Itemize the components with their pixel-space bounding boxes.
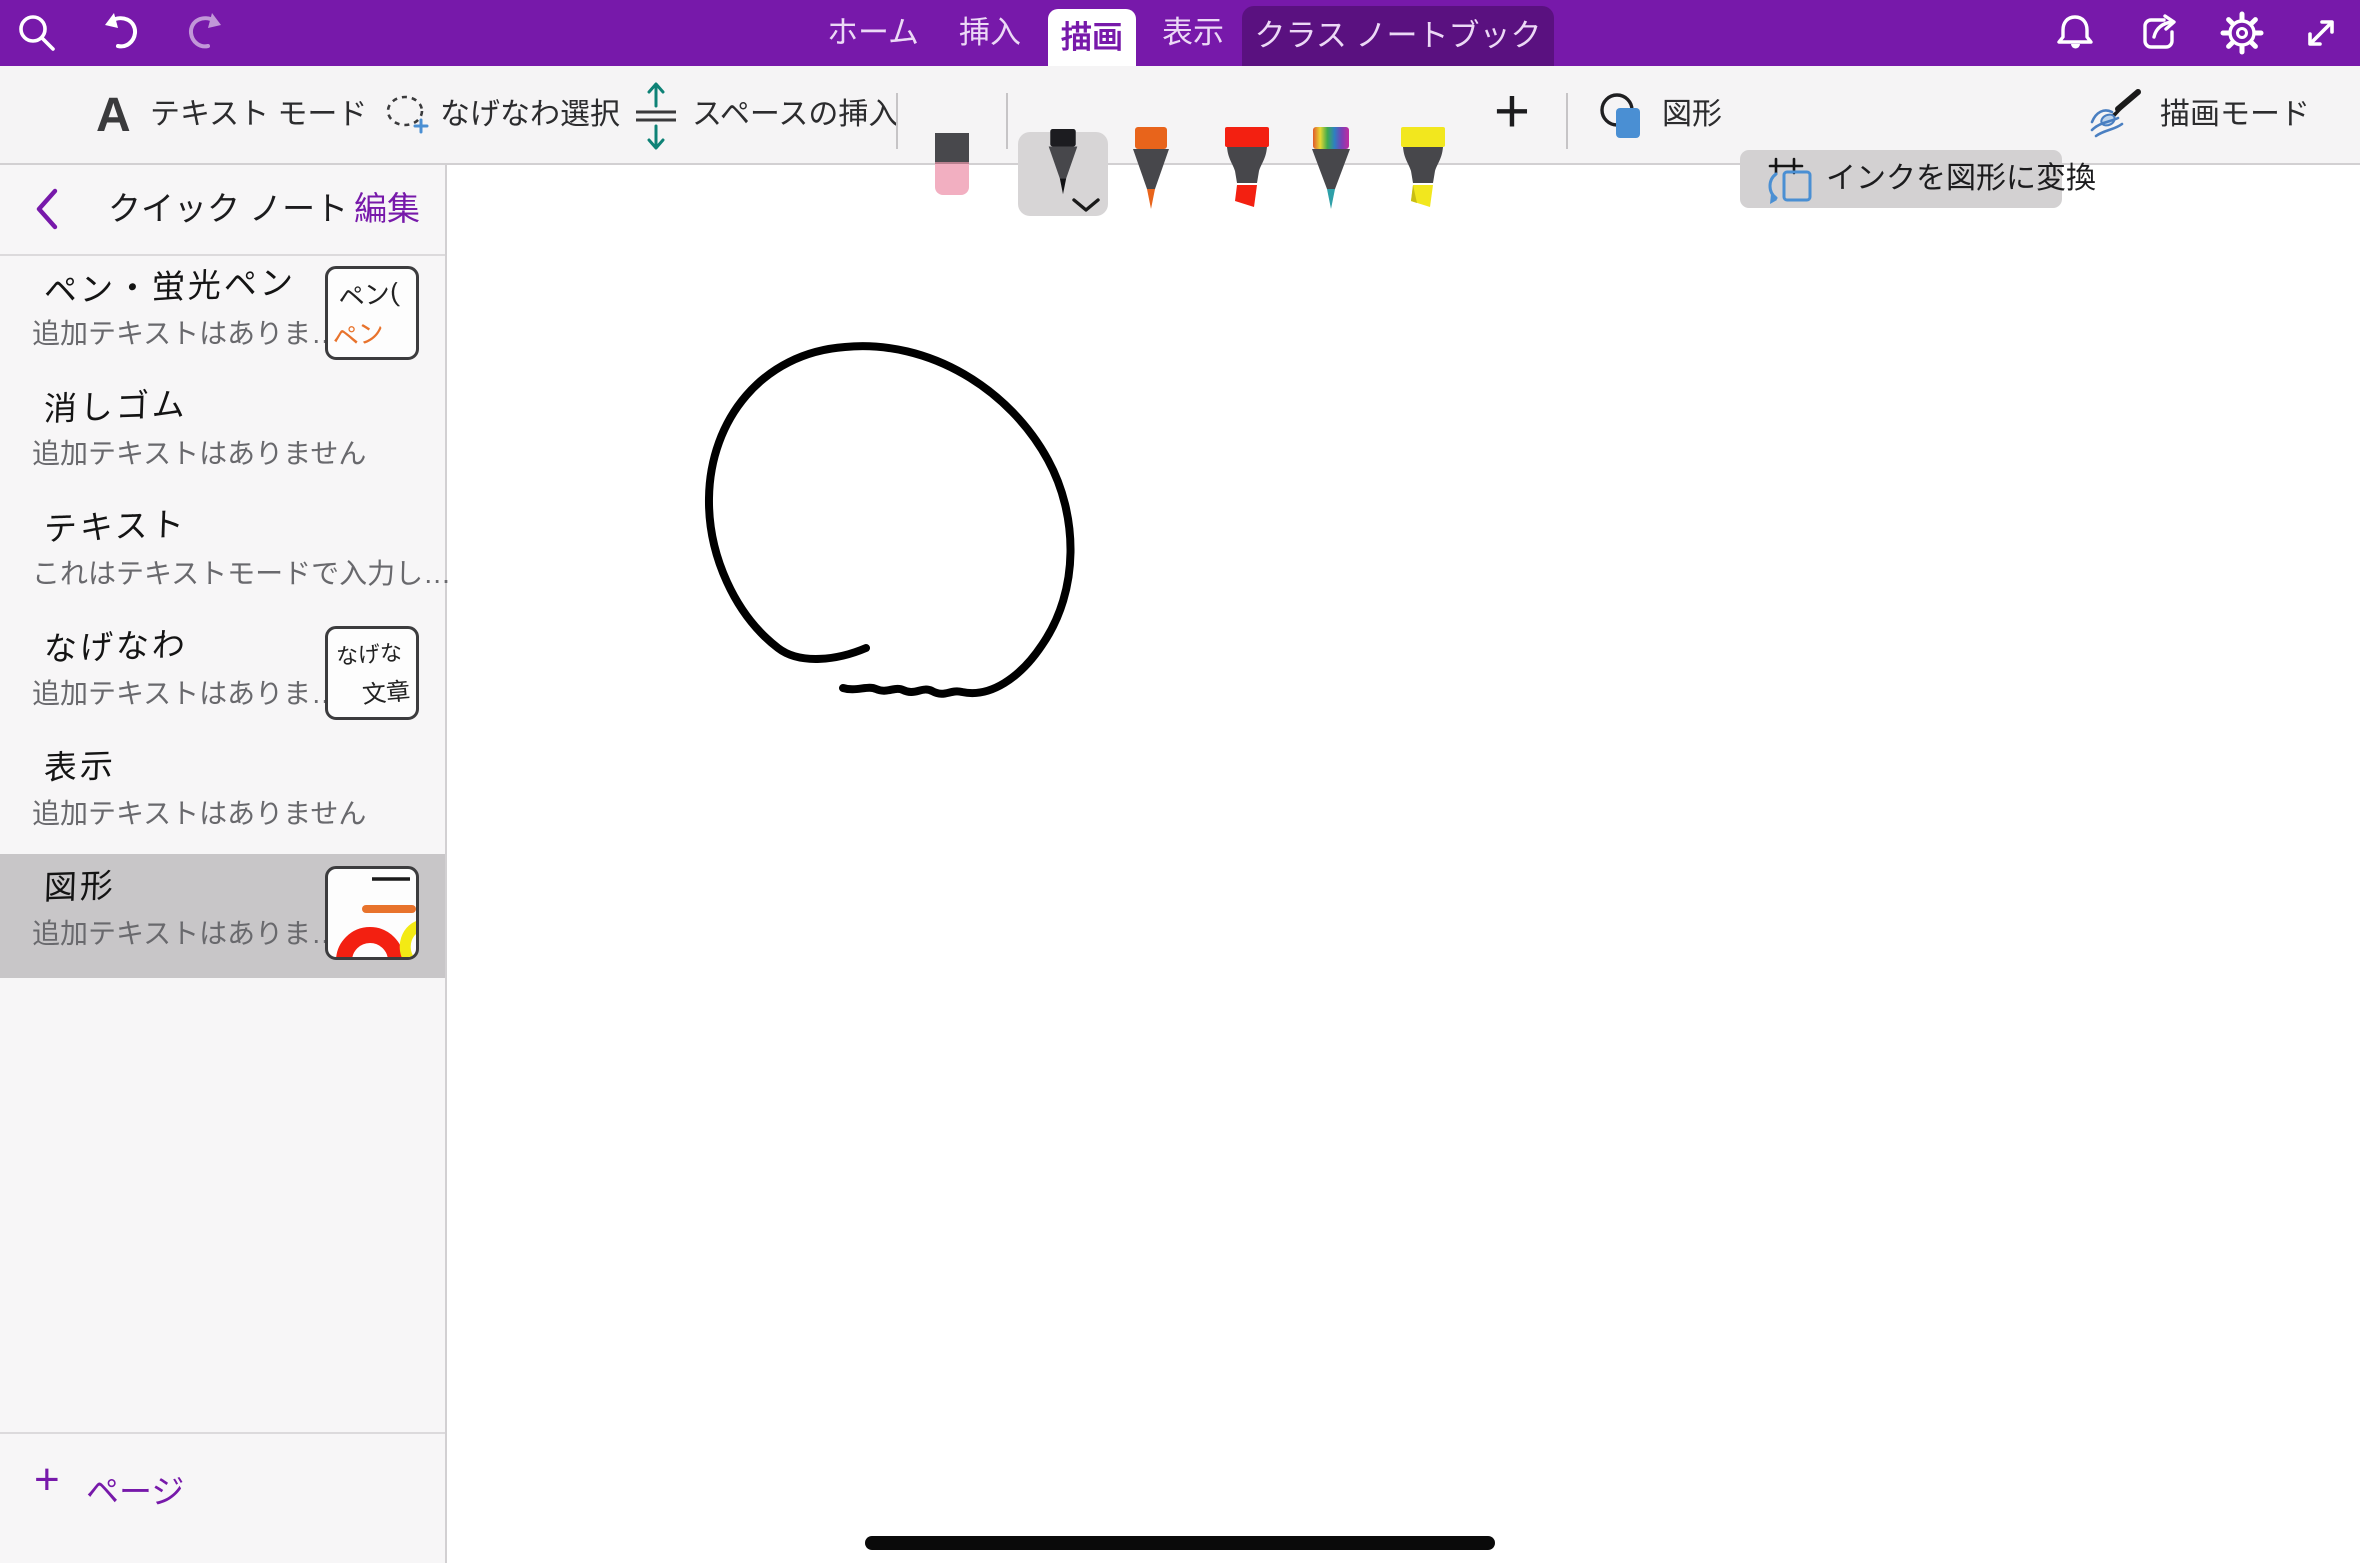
lasso-label: なげなわ選択: [440, 66, 620, 163]
text-mode-label: テキスト モード: [150, 66, 367, 163]
page-item-subtitle: 追加テキストはありま…: [32, 672, 339, 712]
search-icon[interactable]: [14, 10, 60, 56]
page-item-title: 表示: [43, 739, 117, 790]
ink-to-shape-label: インクを図形に変換: [1826, 150, 2096, 208]
page-item-subtitle: 追加テキストはありま…: [32, 312, 339, 352]
page-item-view[interactable]: 表示 追加テキストはありません: [0, 734, 445, 854]
shapes-label: 図形: [1662, 66, 1722, 163]
page-item-subtitle: 追加テキストはありま…: [32, 912, 339, 952]
draw-mode-button[interactable]: 描画モード: [2088, 66, 2318, 163]
top-app-bar: ホーム 挿入 描画 表示 クラス ノートブック: [0, 0, 2360, 66]
insert-space-button[interactable]: スペースの挿入: [632, 66, 872, 163]
edit-button[interactable]: 編集: [354, 163, 420, 254]
chevron-down-icon: [1070, 196, 1102, 214]
thumbnail-ink-text: 文章: [361, 671, 412, 710]
insert-space-label: スペースの挿入: [692, 66, 898, 163]
note-page-canvas[interactable]: [447, 163, 2360, 1563]
sidebar-header: クイック ノート 編集: [0, 163, 445, 256]
sidebar-footer-divider: [0, 1432, 445, 1434]
page-item-text[interactable]: テキスト これはテキストモードで入力し…: [0, 494, 445, 614]
thumbnail-ink-text: ペン: [330, 312, 387, 356]
text-mode-button[interactable]: A テキスト モード: [90, 66, 330, 163]
toolbar-divider: [896, 93, 898, 149]
add-pen-button[interactable]: +: [1482, 66, 1542, 163]
settings-gear-icon[interactable]: [2219, 10, 2265, 56]
page-thumbnail: なげな 文章: [325, 626, 419, 720]
draw-mode-hand-pen-icon: [2088, 86, 2148, 149]
black-pen-tool-selected[interactable]: [1018, 132, 1108, 216]
back-chevron-icon[interactable]: [34, 187, 60, 236]
ink-to-shape-toggle[interactable]: インクを図形に変換: [1740, 150, 2062, 208]
page-item-lasso[interactable]: なげなわ 追加テキストはありま… なげな 文章: [0, 614, 445, 734]
rainbow-pen-tool[interactable]: [1308, 127, 1354, 220]
undo-icon[interactable]: [98, 10, 144, 56]
home-indicator-bar[interactable]: [865, 1536, 1495, 1550]
red-highlighter-tool[interactable]: [1222, 127, 1272, 220]
tab-view[interactable]: 表示: [1158, 0, 1228, 66]
thumbnail-ink-text: ペン(: [336, 272, 400, 315]
page-item-title: 消しゴム: [43, 377, 189, 430]
lasso-select-button[interactable]: なげなわ選択: [382, 66, 592, 163]
page-item-eraser[interactable]: 消しゴム 追加テキストはありません: [0, 374, 445, 494]
toolbar-divider: [1006, 93, 1008, 149]
toolbar-divider: [1566, 93, 1568, 149]
shapes-icon: [1596, 88, 1654, 149]
redo-icon[interactable]: [182, 10, 228, 56]
page-item-shapes[interactable]: 図形 追加テキストはありま…: [0, 854, 445, 978]
text-mode-a-icon: A: [96, 88, 131, 143]
yellow-highlighter-tool[interactable]: [1398, 127, 1448, 220]
page-thumbnail: ペン( ペン: [325, 266, 419, 360]
add-page-label: ページ: [86, 1465, 184, 1513]
shapes-button[interactable]: 図形: [1596, 66, 1726, 163]
plus-icon: +: [34, 1455, 60, 1505]
page-item-title: テキスト: [43, 497, 188, 550]
ink-to-shape-icon: [1762, 154, 1818, 211]
add-page-button[interactable]: + ページ: [0, 1455, 445, 1515]
eraser-tool[interactable]: [931, 133, 973, 202]
page-item-title: ペン・蛍光ペン: [43, 256, 297, 313]
page-list-sidebar: クイック ノート 編集 ペン・蛍光ペン 追加テキストはありま… ペン( ペン 消…: [0, 163, 447, 1563]
orange-pen-tool[interactable]: [1128, 127, 1174, 220]
draw-mode-label: 描画モード: [2160, 66, 2310, 163]
tab-draw[interactable]: 描画: [1048, 9, 1136, 66]
thumbnail-ink-text: なげな: [335, 635, 403, 672]
page-item-subtitle: 追加テキストはありません: [32, 432, 366, 472]
page-item-subtitle: これはテキストモードで入力し…: [32, 552, 451, 592]
tab-insert[interactable]: 挿入: [955, 0, 1025, 66]
thumbnail-shapes-drawing: [328, 869, 416, 957]
tab-class-notebook[interactable]: クラス ノートブック: [1242, 6, 1554, 66]
page-thumbnail: [325, 866, 419, 960]
notifications-bell-icon[interactable]: [2052, 10, 2098, 56]
notebook-section-title: クイック ノート: [108, 163, 328, 254]
lasso-icon: [382, 92, 432, 143]
draw-ribbon-toolbar: A テキスト モード なげなわ選択 スペースの挿入: [0, 66, 2360, 165]
page-item-title: 図形: [43, 859, 117, 910]
insert-space-icon: [632, 79, 680, 156]
page-item-pen-highlighter[interactable]: ペン・蛍光ペン 追加テキストはありま… ペン( ペン: [0, 254, 445, 374]
fullscreen-expand-icon[interactable]: [2298, 10, 2344, 56]
page-item-subtitle: 追加テキストはありません: [32, 792, 366, 832]
page-item-title: なげなわ: [43, 617, 189, 670]
tab-home[interactable]: ホーム: [823, 0, 923, 66]
share-icon[interactable]: [2136, 10, 2182, 56]
